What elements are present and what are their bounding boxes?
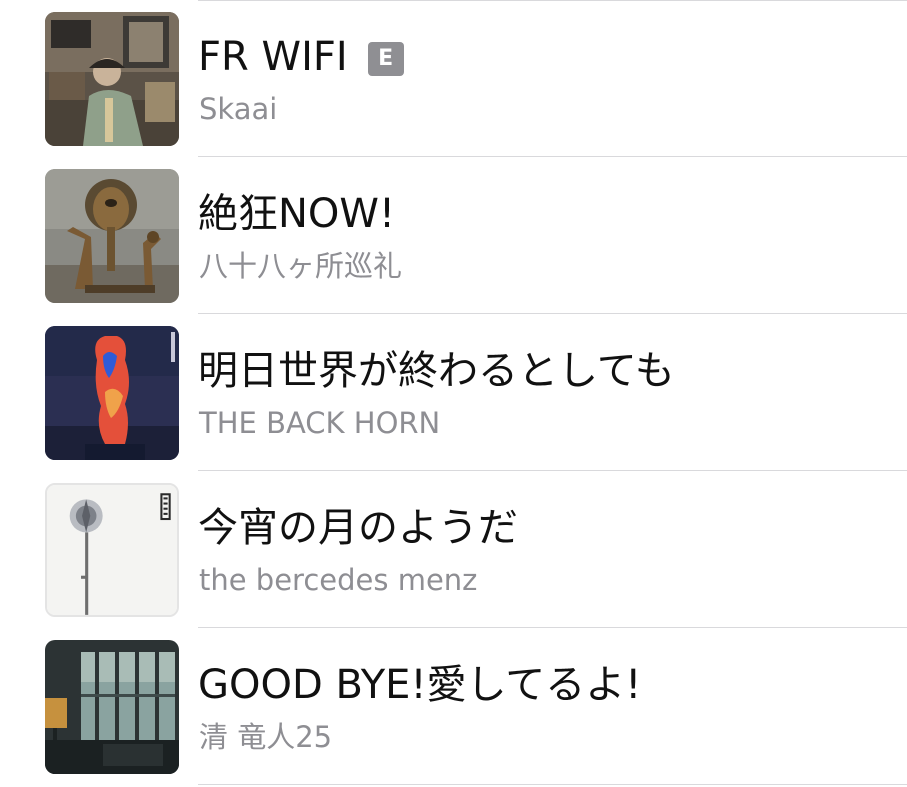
artist-name[interactable]: 八十八ヶ所巡礼 <box>199 249 402 283</box>
song-title-text: FR WIFI <box>198 34 348 80</box>
song-title: 明日世界が終わるとしても <box>198 348 675 394</box>
artist-name[interactable]: the bercedes menz <box>199 563 477 597</box>
explicit-badge: E <box>367 42 404 76</box>
song-row-koyoi-no-tsuki[interactable]: 今宵の月のようだ the bercedes menz <box>0 471 907 628</box>
artist-name[interactable]: THE BACK HORN <box>199 406 440 440</box>
album-artwork <box>45 483 179 617</box>
album-artwork <box>45 169 179 303</box>
song-row-good-bye[interactable]: GOOD BYE!愛してるよ! 清 竜人25 <box>0 628 907 785</box>
song-title: 絶狂NOW! <box>198 191 395 237</box>
artist-name[interactable]: Skaai <box>199 92 277 126</box>
artist-name[interactable]: 清 竜人25 <box>199 720 332 754</box>
song-title: GOOD BYE!愛してるよ! <box>198 662 642 708</box>
album-artwork <box>45 12 179 146</box>
song-row-zekkyou-now[interactable]: 絶狂NOW! 八十八ヶ所巡礼 <box>0 157 907 314</box>
song-row-ashita-sekai[interactable]: 明日世界が終わるとしても THE BACK HORN <box>0 314 907 471</box>
row-divider <box>198 784 907 785</box>
song-title: 今宵の月のようだ <box>198 505 518 551</box>
album-artwork <box>45 640 179 774</box>
album-artwork <box>45 326 179 460</box>
song-title: FR WIFI E <box>198 33 404 81</box>
song-row-fr-wifi[interactable]: FR WIFI E Skaai <box>0 0 907 157</box>
